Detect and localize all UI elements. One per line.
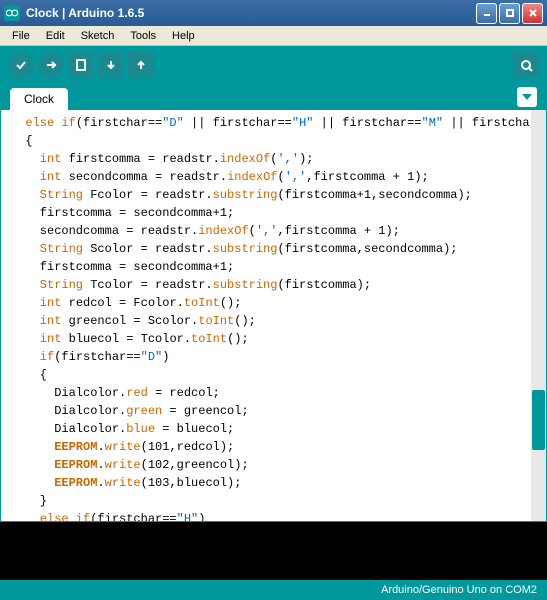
menu-sketch[interactable]: Sketch <box>73 28 123 44</box>
window-titlebar: Clock | Arduino 1.6.5 <box>0 0 547 26</box>
editor-scrollbar[interactable] <box>531 110 546 521</box>
code-editor[interactable]: else if(firstchar=="D" || firstchar=="H"… <box>1 110 531 521</box>
upload-button[interactable] <box>38 52 64 78</box>
serial-monitor-button[interactable] <box>513 52 539 78</box>
minimize-button[interactable] <box>476 3 497 24</box>
close-button[interactable] <box>522 3 543 24</box>
menu-file[interactable]: File <box>4 28 38 44</box>
window-title: Clock | Arduino 1.6.5 <box>26 6 476 20</box>
verify-button[interactable] <box>8 52 34 78</box>
console-output[interactable] <box>0 522 547 580</box>
menu-help[interactable]: Help <box>164 28 203 44</box>
tab-bar: Clock <box>0 84 547 110</box>
board-port-status: Arduino/Genuino Uno on COM2 <box>381 584 537 596</box>
tab-clock[interactable]: Clock <box>10 88 68 110</box>
arduino-app-icon <box>4 5 20 21</box>
new-button[interactable] <box>68 52 94 78</box>
toolbar <box>0 46 547 84</box>
menu-tools[interactable]: Tools <box>122 28 164 44</box>
menu-edit[interactable]: Edit <box>38 28 73 44</box>
maximize-button[interactable] <box>499 3 520 24</box>
open-button[interactable] <box>98 52 124 78</box>
scrollbar-thumb[interactable] <box>532 390 545 450</box>
editor-area: else if(firstchar=="D" || firstchar=="H"… <box>0 110 547 522</box>
status-bar: Arduino/Genuino Uno on COM2 <box>0 580 547 600</box>
tab-menu-button[interactable] <box>517 87 537 107</box>
save-button[interactable] <box>128 52 154 78</box>
menu-bar: File Edit Sketch Tools Help <box>0 26 547 46</box>
